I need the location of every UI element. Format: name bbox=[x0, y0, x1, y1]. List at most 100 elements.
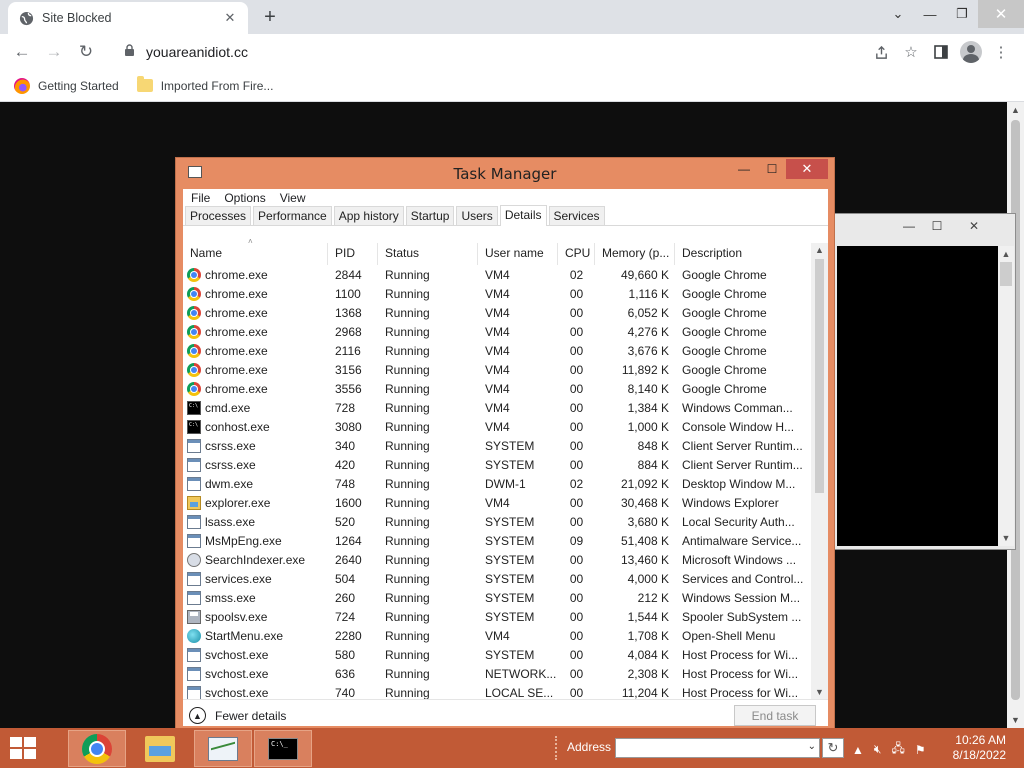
tab-services[interactable]: Services bbox=[548, 206, 605, 225]
windows-start-icon[interactable] bbox=[10, 737, 38, 761]
table-row[interactable]: explorer.exe 1600 Running VM4 00 30,468 K Wind… bbox=[183, 493, 811, 512]
fewer-details-button[interactable]: ▲ Fewer details bbox=[189, 707, 286, 724]
table-row[interactable]: conhost.exe 3080 Running VM4 00 1,000 K Consol… bbox=[183, 417, 811, 436]
column-header-description[interactable]: Description bbox=[675, 243, 811, 265]
browser-tab[interactable]: Site Blocked ✕ bbox=[8, 2, 248, 34]
scroll-up-arrow-icon[interactable]: ▲ bbox=[998, 246, 1014, 262]
share-icon[interactable] bbox=[866, 38, 896, 66]
minimize-icon[interactable]: — bbox=[895, 214, 923, 238]
tab-processes[interactable]: Processes bbox=[185, 206, 252, 225]
table-row[interactable]: cmd.exe 728 Running VM4 00 1,384 K Windows Com… bbox=[183, 398, 811, 417]
system-clock[interactable]: 10:26 AM 8/18/2022 bbox=[953, 733, 1006, 763]
menu-dots-icon[interactable]: ⋮ bbox=[986, 38, 1016, 66]
taskbar-explorer-button[interactable] bbox=[131, 730, 189, 767]
scroll-down-arrow-icon[interactable]: ▼ bbox=[1007, 712, 1024, 728]
column-header-user-name[interactable]: User name bbox=[478, 243, 558, 265]
console-scrollbar[interactable]: ▲ ▼ bbox=[998, 246, 1014, 546]
column-header-memory[interactable]: Memory (p... bbox=[595, 243, 675, 265]
minimize-icon[interactable]: — bbox=[730, 159, 758, 179]
taskbar-cmd-button[interactable]: C:\_ bbox=[254, 730, 312, 767]
tab-startup[interactable]: Startup bbox=[405, 206, 455, 225]
tab-performance[interactable]: Performance bbox=[253, 206, 332, 225]
table-row[interactable]: chrome.exe 2844 Running VM4 02 49,660 K Google… bbox=[183, 265, 811, 284]
process-user-name: VM4 bbox=[485, 495, 510, 510]
menu-view[interactable]: View bbox=[280, 191, 306, 205]
table-row[interactable]: smss.exe 260 Running SYSTEM 00 212 K Windows S… bbox=[183, 588, 811, 607]
maximize-icon[interactable]: ☐ bbox=[923, 214, 951, 238]
table-row[interactable]: chrome.exe 2116 Running VM4 00 3,676 K Google … bbox=[183, 341, 811, 360]
column-header-status[interactable]: Status bbox=[378, 243, 478, 265]
volume-muted-icon[interactable]: 🔇︎ bbox=[874, 742, 882, 757]
console-output[interactable] bbox=[837, 246, 999, 546]
table-row[interactable]: spoolsv.exe 724 Running SYSTEM 00 1,544 K Spoo… bbox=[183, 607, 811, 626]
process-name-cell: explorer.exe bbox=[183, 495, 328, 510]
lock-icon[interactable] bbox=[124, 44, 138, 60]
scroll-down-arrow-icon[interactable]: ▼ bbox=[998, 530, 1014, 546]
restore-icon[interactable]: ❐ bbox=[946, 0, 978, 28]
reload-icon[interactable]: ↻ bbox=[72, 38, 100, 66]
forward-arrow-icon[interactable]: → bbox=[40, 38, 68, 66]
table-row[interactable]: chrome.exe 3556 Running VM4 00 8,140 K Google … bbox=[183, 379, 811, 398]
toolbar-grip[interactable] bbox=[555, 736, 559, 760]
action-center-flag-icon[interactable]: ⚑ bbox=[915, 743, 926, 757]
network-icon[interactable]: 🖧︎ bbox=[891, 739, 904, 760]
end-task-button[interactable]: End task bbox=[734, 705, 816, 726]
menu-file[interactable]: File bbox=[191, 191, 210, 205]
minimize-icon[interactable]: — bbox=[914, 0, 946, 28]
taskbar-task-manager-button[interactable] bbox=[194, 730, 252, 767]
tray-overflow-icon[interactable]: ▲ bbox=[852, 743, 864, 757]
process-status: Running bbox=[385, 666, 430, 681]
process-name: chrome.exe bbox=[205, 324, 268, 339]
table-row[interactable]: csrss.exe 420 Running SYSTEM 00 884 K Client S… bbox=[183, 455, 811, 474]
url-text[interactable]: youareanidiot.cc bbox=[146, 44, 856, 60]
column-header-cpu[interactable]: CPU bbox=[558, 243, 595, 265]
column-header-pid[interactable]: PID bbox=[328, 243, 378, 265]
table-row[interactable]: chrome.exe 3156 Running VM4 00 11,892 K Google… bbox=[183, 360, 811, 379]
table-row[interactable]: svchost.exe 580 Running SYSTEM 00 4,084 K Host… bbox=[183, 645, 811, 664]
address-toolbar-input[interactable]: ⌄ bbox=[615, 738, 820, 758]
tab-close-icon[interactable]: ✕ bbox=[222, 10, 238, 26]
scroll-thumb[interactable] bbox=[1000, 262, 1012, 286]
bookmark-getting-started[interactable]: Getting Started bbox=[14, 77, 119, 94]
scroll-up-arrow-icon[interactable]: ▲ bbox=[811, 243, 828, 257]
side-panel-icon[interactable] bbox=[926, 38, 956, 66]
table-row[interactable]: SearchIndexer.exe 2640 Running SYSTEM 00 13,4… bbox=[183, 550, 811, 569]
menu-options[interactable]: Options bbox=[224, 191, 265, 205]
table-row[interactable]: svchost.exe 740 Running LOCAL SE... 00 11,204… bbox=[183, 683, 811, 699]
table-row[interactable]: dwm.exe 748 Running DWM-1 02 21,092 K Desktop … bbox=[183, 474, 811, 493]
close-icon[interactable]: ✕ bbox=[978, 0, 1024, 28]
console-window[interactable]: — ☐ ✕ ▲ ▼ bbox=[832, 213, 1016, 550]
profile-avatar[interactable] bbox=[956, 38, 986, 66]
table-row[interactable]: chrome.exe 2968 Running VM4 00 4,276 K Google … bbox=[183, 322, 811, 341]
chevron-down-icon[interactable]: ⌄ bbox=[808, 741, 816, 752]
table-row[interactable]: MsMpEng.exe 1264 Running SYSTEM 09 51,408 K An… bbox=[183, 531, 811, 550]
tab-app-history[interactable]: App history bbox=[333, 206, 404, 225]
table-row[interactable]: csrss.exe 340 Running SYSTEM 00 848 K Client S… bbox=[183, 436, 811, 455]
tab-users[interactable]: Users bbox=[456, 206, 498, 225]
back-arrow-icon[interactable]: ← bbox=[8, 38, 36, 66]
table-row[interactable]: StartMenu.exe 2280 Running VM4 00 1,708 K Open… bbox=[183, 626, 811, 645]
table-scrollbar[interactable]: ▲ ▼ bbox=[811, 243, 828, 699]
bookmark-star-icon[interactable]: ☆ bbox=[896, 38, 926, 66]
scroll-up-arrow-icon[interactable]: ▲ bbox=[1007, 102, 1024, 118]
table-row[interactable]: svchost.exe 636 Running NETWORK... 00 2,308 K… bbox=[183, 664, 811, 683]
column-header-name[interactable]: ˄ Name bbox=[183, 237, 328, 265]
refresh-icon[interactable]: ↻ bbox=[822, 738, 844, 758]
scroll-thumb[interactable] bbox=[815, 259, 824, 493]
win-icon bbox=[187, 647, 201, 662]
table-row[interactable]: lsass.exe 520 Running SYSTEM 00 3,680 K Local … bbox=[183, 512, 811, 531]
table-row[interactable]: chrome.exe 1368 Running VM4 00 6,052 K Google … bbox=[183, 303, 811, 322]
close-icon[interactable]: ✕ bbox=[786, 159, 828, 179]
close-icon[interactable]: ✕ bbox=[951, 214, 997, 238]
maximize-icon[interactable]: ☐ bbox=[758, 159, 786, 179]
table-row[interactable]: chrome.exe 1100 Running VM4 00 1,116 K Google … bbox=[183, 284, 811, 303]
task-manager-titlebar[interactable]: Task Manager — ☐ ✕ bbox=[176, 158, 834, 188]
table-row[interactable]: services.exe 504 Running SYSTEM 00 4,000 K Ser… bbox=[183, 569, 811, 588]
tab-details[interactable]: Details bbox=[499, 205, 547, 226]
bookmark-folder-imported[interactable]: Imported From Fire... bbox=[136, 76, 273, 93]
taskbar-chrome-button[interactable] bbox=[68, 730, 126, 767]
tab-search-icon[interactable]: ⌄ bbox=[882, 0, 914, 28]
new-tab-button[interactable]: + bbox=[258, 5, 282, 29]
scroll-down-arrow-icon[interactable]: ▼ bbox=[811, 685, 828, 699]
address-bar[interactable]: youareanidiot.cc bbox=[116, 38, 856, 66]
